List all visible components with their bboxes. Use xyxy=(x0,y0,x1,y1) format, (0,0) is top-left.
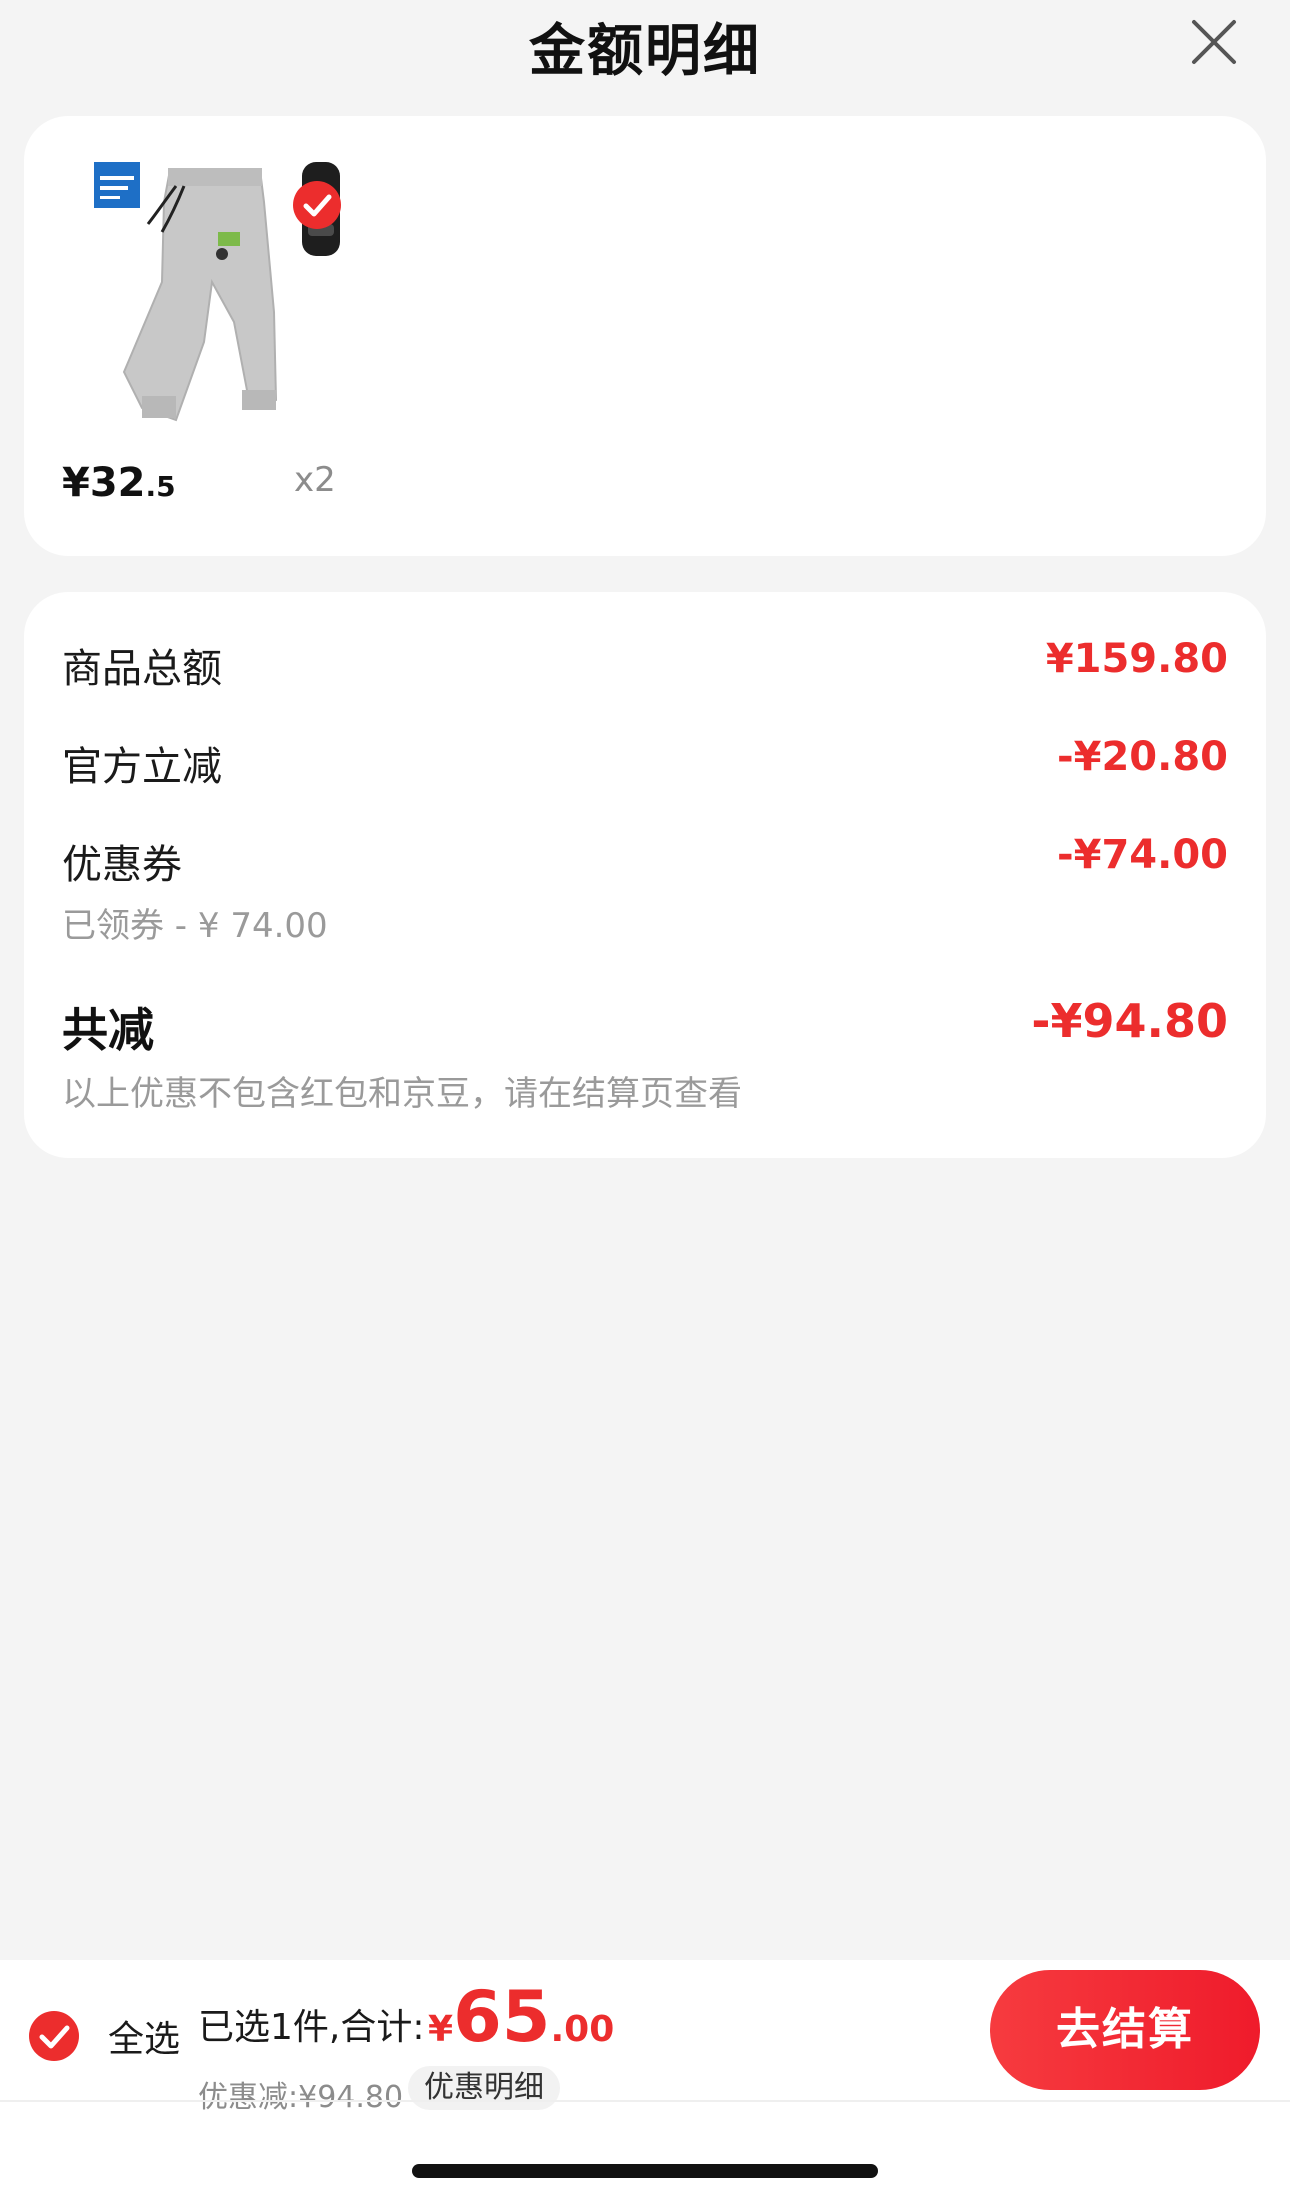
selected-count-text: 已选1件,合计: xyxy=(198,2007,425,2048)
total-reduction-value: -¥94.80 xyxy=(1031,994,1228,1048)
total-price-decimal: .00 xyxy=(550,2009,615,2050)
coupon-claimed-note: 已领券 - ¥ 74.00 xyxy=(62,906,328,946)
home-indicator[interactable] xyxy=(412,2164,878,2178)
discount-detail-button[interactable]: 优惠明细 xyxy=(408,2066,560,2110)
select-all-label[interactable]: 全选 xyxy=(108,2010,180,2062)
select-all-check-icon[interactable] xyxy=(28,2010,80,2062)
total-price-integer: 65 xyxy=(453,1976,551,2058)
official-discount-label: 官方立减 xyxy=(62,744,222,790)
divider xyxy=(0,2100,1290,2102)
jeanswest-logo-badge xyxy=(94,162,140,208)
amount-detail-page: 金额明细 ¥32.5 x2 商品总额 ¥159.80 官方立减 -¥20.80 … xyxy=(0,0,1290,2204)
product-quantity: x2 xyxy=(294,460,336,500)
total-reduction-label: 共减 xyxy=(62,1003,154,1057)
total-reduction-note: 以上优惠不包含红包和京豆，请在结算页查看 xyxy=(62,1074,742,1114)
page-title: 金额明细 xyxy=(529,19,761,84)
price-decimal: .5 xyxy=(145,470,176,503)
grey-jogger-pants-thumbnail xyxy=(122,168,278,422)
checkout-bar: 全选 已选1件,合计: ¥65.00 优惠减:¥94.80 优惠明细 去结算 xyxy=(0,1960,1290,2204)
goods-total-value: ¥159.80 xyxy=(1045,636,1228,682)
product-price: ¥32.5 xyxy=(62,460,176,506)
checkout-button[interactable]: 去结算 xyxy=(990,1970,1260,2090)
coupon-value: -¥74.00 xyxy=(1057,832,1228,878)
total-price: ¥65.00 xyxy=(428,1976,614,2058)
price-symbol: ¥ xyxy=(62,460,90,506)
check-circle-icon[interactable] xyxy=(292,180,342,230)
coupon-label: 优惠券 xyxy=(62,842,182,888)
header: 金额明细 xyxy=(0,0,1290,100)
price-integer: 32 xyxy=(89,460,146,506)
product-card: ¥32.5 x2 xyxy=(24,116,1266,556)
amount-summary-card: 商品总额 ¥159.80 官方立减 -¥20.80 优惠券 -¥74.00 已领… xyxy=(24,592,1266,1158)
official-discount-value: -¥20.80 xyxy=(1057,734,1228,780)
goods-total-label: 商品总额 xyxy=(62,646,222,692)
close-icon[interactable] xyxy=(1186,14,1242,70)
total-price-symbol: ¥ xyxy=(428,2009,454,2050)
discount-amount-text: 优惠减:¥94.80 xyxy=(198,2080,404,2115)
